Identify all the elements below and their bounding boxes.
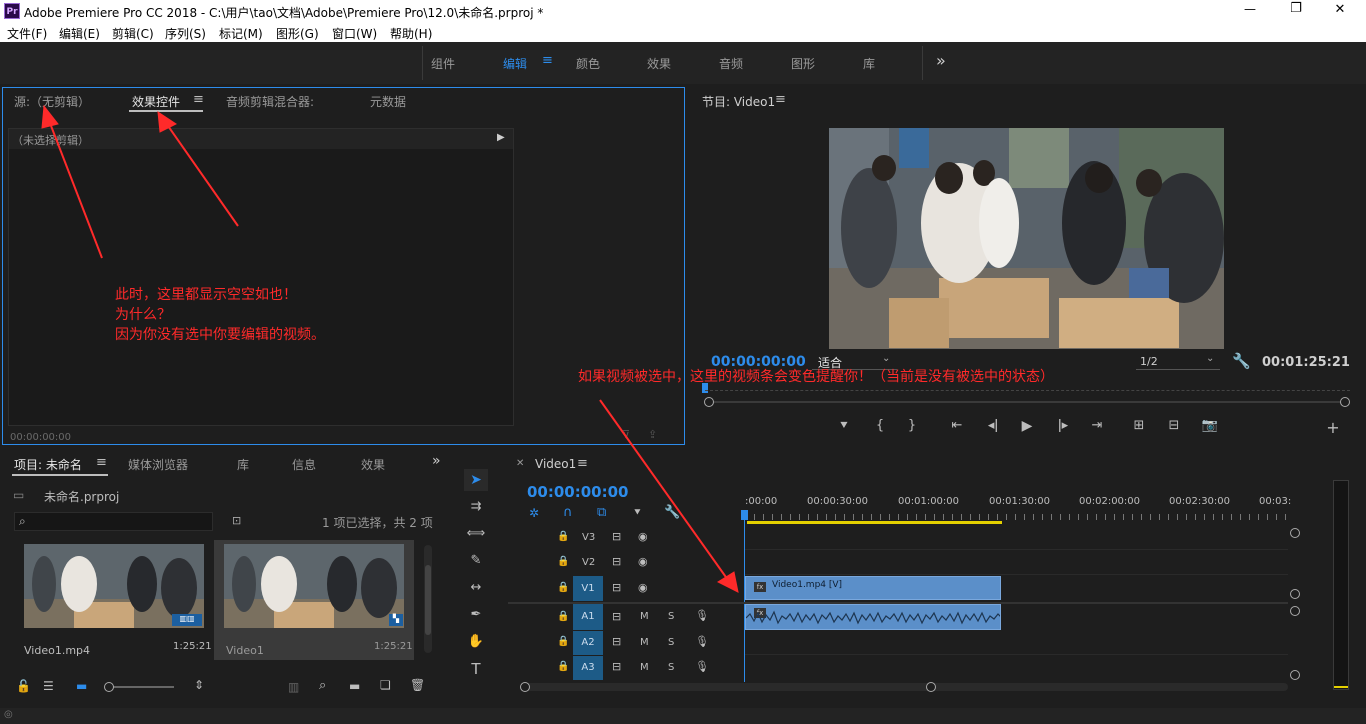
annotation-arrow-source [47, 117, 103, 259]
annotation-arrow-clip [599, 399, 729, 581]
annotation-arrowhead-clip [716, 571, 739, 593]
annotation-arrowhead-effects [157, 110, 177, 133]
annotation-left-line3: 因为你没有选中你要编辑的视频。 [115, 327, 325, 343]
annotation-arrow-effects [165, 122, 239, 227]
annotation-left-line1: 此时，这里都显示空空如也！ [115, 287, 297, 303]
annotation-arrows [41, 104, 739, 593]
annotation-center: 如果视频被选中，这里的视频条会变色提醒你！（当前是没有被选中的状态） [578, 369, 1054, 385]
annotation-arrowhead-source [41, 104, 59, 129]
annotation-left-line2: 为什么？ [115, 307, 171, 323]
